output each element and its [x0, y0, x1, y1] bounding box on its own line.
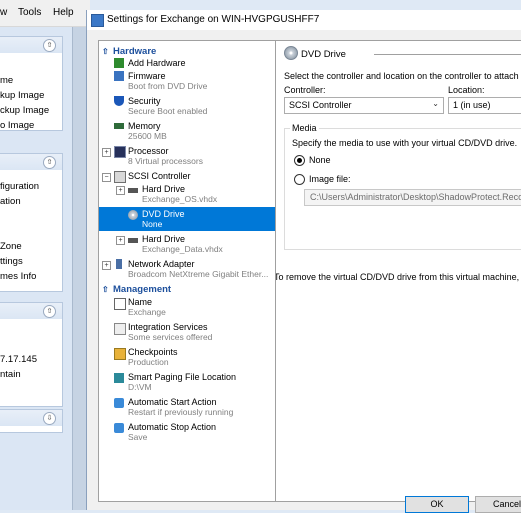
actions-panel-2: ⇧ figuration ation Zone ttings mes Info — [0, 153, 63, 292]
dialog-title: Settings for Exchange on WIN-HVGPGUSHFF7 — [107, 14, 320, 25]
action-item[interactable]: 7.17.145 — [0, 354, 37, 365]
scsi-icon — [114, 171, 126, 183]
hard-drive-icon — [128, 238, 138, 243]
controller-description: Select the controller and location on th… — [284, 71, 521, 81]
expand-network-icon[interactable]: + — [102, 261, 111, 270]
tree-item-firmware[interactable]: Firmware Boot from DVD Drive — [128, 71, 207, 91]
action-item[interactable]: Zone — [0, 241, 22, 252]
tree-item-processor[interactable]: Processor 8 Virtual processors — [128, 146, 203, 166]
controller-value: SCSI Controller — [289, 100, 352, 110]
media-description: Specify the media to use with your virtu… — [292, 138, 518, 148]
controller-select[interactable]: SCSI Controller ⌄ — [284, 97, 444, 114]
tree-item-smart-paging[interactable]: Smart Paging File Location D:\VM — [128, 372, 236, 392]
heading-divider — [374, 54, 521, 55]
image-path-field: C:\Users\Administrator\Desktop\ShadowPro… — [304, 189, 521, 206]
ok-button[interactable]: OK — [405, 496, 469, 513]
collapse-caret-icon: ⇧ — [102, 285, 109, 294]
firmware-icon — [114, 71, 124, 81]
collapse-icon[interactable]: ⇧ — [43, 305, 56, 318]
hardware-section-header[interactable]: ⇧ Hardware — [102, 46, 156, 57]
selection-highlight — [99, 207, 275, 231]
start-icon — [114, 398, 124, 408]
panel-header: ⇩ — [0, 410, 62, 426]
paging-icon — [114, 373, 124, 383]
action-item[interactable]: o Image — [0, 120, 34, 131]
panel-header: ⇧ — [0, 303, 62, 319]
integration-icon — [114, 323, 126, 335]
dvd-icon — [284, 46, 298, 60]
tree-item-dvd-drive[interactable]: DVD Drive None — [142, 209, 185, 229]
tree-item-integration-services[interactable]: Integration Services Some services offere… — [128, 322, 212, 342]
cancel-button[interactable]: Cancel — [475, 496, 521, 513]
panel-heading: DVD Drive — [301, 49, 346, 60]
background-menubar: w Tools Help — [0, 0, 90, 27]
tree-item-hard-drive-data[interactable]: Hard Drive Exchange_Data.vhdx — [142, 234, 223, 254]
action-item[interactable]: ation — [0, 196, 21, 207]
dialog-titlebar: Settings for Exchange on WIN-HVGPGUSHFF7 — [87, 10, 521, 30]
action-item[interactable]: ckup Image — [0, 105, 49, 116]
panel-header: ⇧ — [0, 154, 62, 170]
none-radio[interactable] — [294, 155, 305, 166]
location-select[interactable]: 1 (in use) — [448, 97, 521, 114]
tree-item-network-adapter[interactable]: Network Adapter Broadcom NetXtreme Gigabi… — [128, 259, 268, 279]
settings-dialog: Settings for Exchange on WIN-HVGPGUSHFF7… — [86, 10, 521, 513]
action-item[interactable]: figuration — [0, 181, 39, 192]
memory-icon — [114, 123, 124, 129]
settings-app-icon — [91, 14, 104, 27]
chevron-down-icon: ⌄ — [432, 99, 439, 108]
panel-header: ⇧ — [0, 37, 62, 53]
dvd-drive-settings-panel: DVD Drive Select the controller and loca… — [275, 40, 521, 502]
checkpoint-icon — [114, 348, 126, 360]
collapse-icon[interactable]: ⇧ — [43, 156, 56, 169]
none-radio-label[interactable]: None — [309, 155, 331, 165]
settings-tree: ⇧ Hardware Add Hardware Firmware Boot from… — [98, 40, 276, 502]
expand-processor-icon[interactable]: + — [102, 148, 111, 157]
actions-panel-3: ⇧ 7.17.145 ntain — [0, 302, 63, 407]
background-splitter — [72, 27, 87, 510]
name-icon — [114, 298, 126, 310]
media-label: Media — [290, 123, 319, 133]
stop-icon — [114, 423, 124, 433]
location-label: Location: — [448, 85, 485, 95]
action-item[interactable]: kup Image — [0, 90, 44, 101]
location-value: 1 (in use) — [453, 100, 491, 110]
actions-panel-4: ⇩ — [0, 409, 63, 433]
background-actions-pane: ⇧ me kup Image ckup Image o Image ⇧ figu… — [0, 27, 72, 510]
dvd-icon — [128, 210, 138, 220]
tree-item-memory[interactable]: Memory 25600 MB — [128, 121, 167, 141]
management-section-header[interactable]: ⇧ Management — [102, 284, 171, 295]
collapse-icon[interactable]: ⇧ — [43, 39, 56, 52]
network-icon — [116, 259, 122, 269]
tree-item-hard-drive-os[interactable]: Hard Drive Exchange_OS.vhdx — [142, 184, 217, 204]
tree-item-checkpoints[interactable]: Checkpoints Production — [128, 347, 178, 367]
actions-panel-1: ⇧ me kup Image ckup Image o Image — [0, 36, 63, 131]
hard-drive-icon — [128, 188, 138, 193]
controller-label: Controller: — [284, 85, 326, 95]
image-file-radio[interactable] — [294, 174, 305, 185]
menu-help[interactable]: Help — [53, 7, 74, 18]
expand-hard-drive-data-icon[interactable]: + — [116, 236, 125, 245]
tree-item-scsi-controller[interactable]: SCSI Controller — [128, 171, 191, 181]
action-item[interactable]: me — [0, 75, 13, 86]
image-path-value: C:\Users\Administrator\Desktop\ShadowPro… — [310, 192, 521, 202]
action-item[interactable]: ttings — [0, 256, 23, 267]
remove-drive-text: To remove the virtual CD/DVD drive from … — [275, 272, 521, 282]
shield-icon — [114, 96, 124, 106]
menu-view[interactable]: w — [0, 7, 7, 18]
tree-item-auto-start[interactable]: Automatic Start Action Restart if previou… — [128, 397, 233, 417]
expand-icon[interactable]: ⇩ — [43, 412, 56, 425]
image-file-radio-label[interactable]: Image file: — [309, 174, 351, 184]
expand-hard-drive-icon[interactable]: + — [116, 186, 125, 195]
tree-item-add-hardware[interactable]: Add Hardware — [128, 58, 186, 68]
collapse-caret-icon: ⇧ — [102, 47, 109, 56]
menu-tools[interactable]: Tools — [18, 7, 41, 18]
tree-item-security[interactable]: Security Secure Boot enabled — [128, 96, 207, 116]
collapse-scsi-icon[interactable]: − — [102, 173, 111, 182]
action-item[interactable]: mes Info — [0, 271, 36, 282]
action-item[interactable]: ntain — [0, 369, 21, 380]
add-hardware-icon — [114, 58, 124, 68]
processor-icon — [114, 146, 126, 158]
tree-item-auto-stop[interactable]: Automatic Stop Action Save — [128, 422, 216, 442]
tree-item-name[interactable]: Name Exchange — [128, 297, 166, 317]
